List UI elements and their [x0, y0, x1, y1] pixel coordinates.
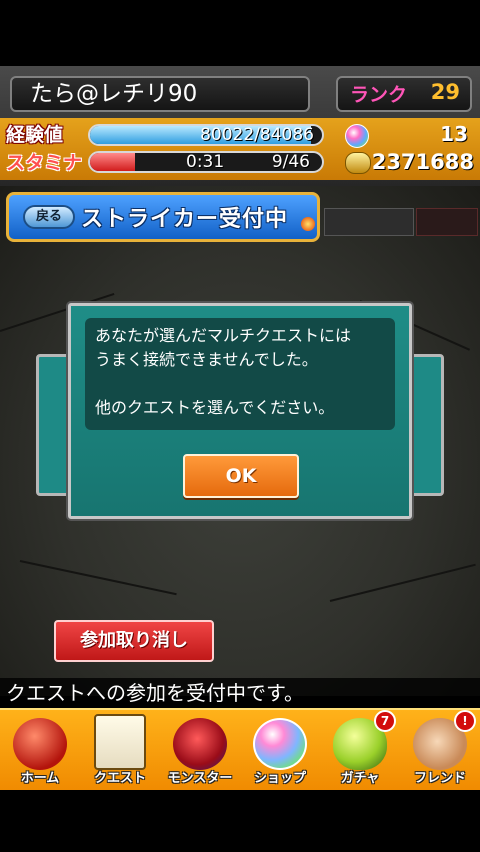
nav-label: ショップ [253, 771, 306, 786]
banner-slot [416, 208, 478, 236]
dialog-message-line: あなたが選んだマルチクエストには [95, 326, 352, 345]
orb-icon [345, 124, 369, 148]
stamina-bar-fill [90, 153, 136, 171]
xp-value: 80022/84086 [200, 125, 314, 145]
stamina-timer: 0:31 [186, 152, 225, 172]
back-button[interactable]: 戻る [23, 205, 75, 229]
monster-icon [173, 718, 227, 770]
orb-count: 13 [440, 122, 468, 146]
stamina-label: スタミナ [6, 152, 83, 174]
fire-icon [301, 217, 315, 231]
title-banner: 戻る ストライカー受付中 [6, 192, 320, 242]
bottom-nav: ホーム クエスト モンスター ショップ 7 ガチャ ! フレンド [0, 708, 480, 792]
nav-quest[interactable]: クエスト [80, 710, 160, 792]
bottom-bezel [0, 790, 480, 852]
nav-label: ガチャ [340, 771, 380, 786]
stamina-value: 9/46 [271, 152, 310, 172]
error-dialog: あなたが選んだマルチクエストには うまく接続できませんでした。 他のクエストを選… [68, 303, 412, 519]
stamina-bar: 0:31 9/46 [88, 151, 324, 173]
gacha-badge: 7 [374, 710, 396, 732]
dialog-message-line: 他のクエストを選んでください。 [95, 398, 335, 417]
nav-label: クエスト [93, 771, 146, 786]
nav-monster[interactable]: モンスター [160, 710, 240, 792]
friend-badge: ! [454, 710, 476, 732]
nav-gacha[interactable]: 7 ガチャ [320, 710, 400, 792]
nav-shop[interactable]: ショップ [240, 710, 320, 792]
xp-bar: 80022/84086 [88, 124, 324, 146]
shop-icon [253, 718, 307, 770]
banner-title: ストライカー受付中 [81, 207, 289, 232]
dialog-message-line: うまく接続できませんでした。 [95, 350, 318, 369]
home-icon [13, 718, 67, 770]
banner-slot [324, 208, 414, 236]
nav-home[interactable]: ホーム [0, 710, 80, 792]
nav-friend[interactable]: ! フレンド [400, 710, 480, 792]
status-text: クエストへの参加を受付中です。 [0, 678, 480, 708]
rank-box: ランク 29 [336, 76, 472, 112]
cancel-participation-button[interactable]: 参加取り消し [54, 620, 214, 662]
coin-count: 2371688 [371, 150, 474, 174]
ok-button[interactable]: OK [183, 454, 299, 498]
player-name: たら@レチリ90 [10, 76, 310, 112]
nav-label: モンスター [167, 771, 233, 786]
quest-icon [94, 714, 146, 770]
nav-label: ホーム [20, 771, 60, 786]
rank-value: 29 [430, 80, 460, 104]
coin-icon [345, 152, 371, 174]
xp-label: 経験値 [6, 124, 64, 146]
rank-label: ランク [350, 84, 408, 106]
nav-label: フレンド [413, 771, 466, 786]
dialog-message: あなたが選んだマルチクエストには うまく接続できませんでした。 他のクエストを選… [85, 318, 395, 430]
